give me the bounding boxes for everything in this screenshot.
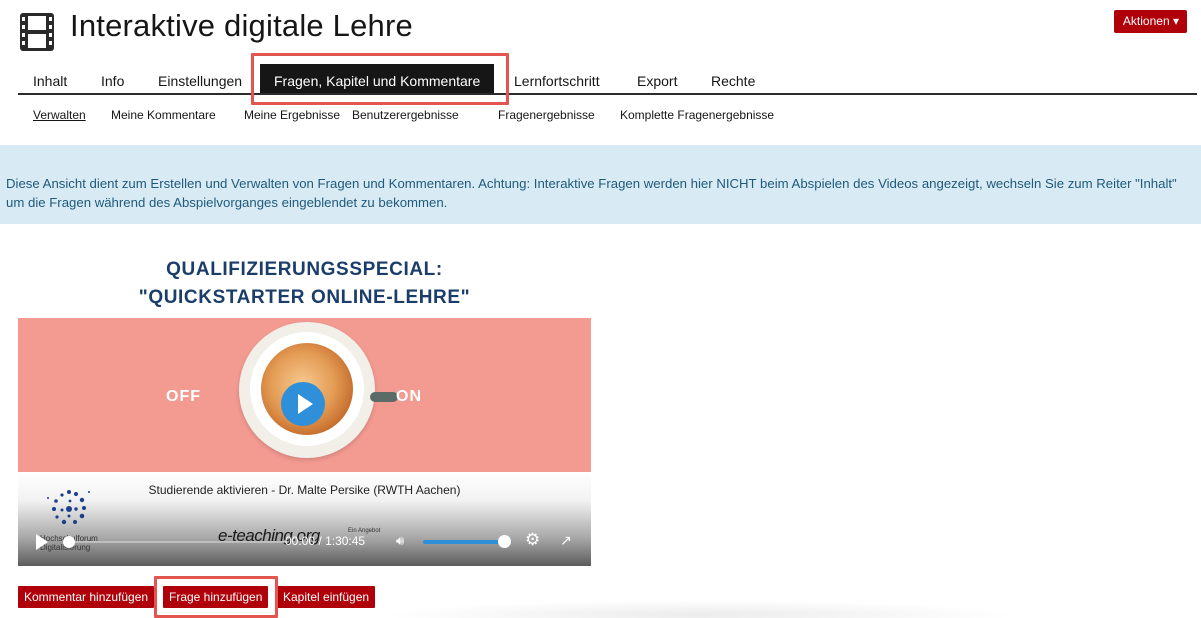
- info-message-text: Diese Ansicht dient zum Erstellen und Ve…: [6, 176, 1177, 210]
- fullscreen-icon[interactable]: ↗︎: [560, 532, 572, 549]
- duration: 1:30:45: [325, 534, 366, 548]
- tab-export[interactable]: Export: [637, 62, 677, 93]
- gear-icon[interactable]: ⚙: [525, 530, 540, 550]
- video-thumbnail[interactable]: OFF ON: [18, 318, 591, 472]
- time-separator: /: [318, 534, 322, 548]
- video-heading-line-1: QUALIFIZIERUNGSSPECIAL:: [166, 259, 443, 280]
- seek-thumb[interactable]: [63, 536, 75, 548]
- play-icon[interactable]: [281, 382, 325, 426]
- chevron-down-icon: ▾: [1172, 14, 1179, 28]
- tab-lernfortschritt[interactable]: Lernfortschritt: [514, 62, 600, 93]
- insert-chapter-button[interactable]: Kapitel einfügen: [277, 586, 376, 608]
- volume-icon[interactable]: 🔊︎: [396, 533, 404, 549]
- add-comment-button[interactable]: Kommentar hinzufügen: [18, 586, 155, 608]
- current-time: 00:00: [285, 534, 316, 548]
- video-controls: 00:00 / 1:30:45 🔊︎ ⚙ ↗︎: [18, 526, 591, 556]
- button-highlight-annotation: [154, 576, 278, 618]
- tab-inhalt[interactable]: Inhalt: [33, 62, 67, 93]
- time-display: 00:00 / 1:30:45: [285, 534, 365, 548]
- on-label: ON: [396, 388, 422, 405]
- actions-label: Aktionen: [1122, 14, 1170, 28]
- volume-thumb[interactable]: [498, 535, 511, 548]
- page-title: Interaktive digitale Lehre: [70, 8, 413, 43]
- video-heading: QUALIFIZIERUNGSSPECIAL: "QUICKSTARTER ON…: [18, 256, 591, 312]
- footer-shadow: [380, 600, 1020, 618]
- film-icon: [20, 13, 54, 51]
- video-speaker-caption: Studierende aktivieren - Dr. Malte Persi…: [148, 483, 461, 497]
- play-button[interactable]: [36, 534, 48, 550]
- tab-highlight-annotation: [251, 53, 509, 105]
- main-tabs: Inhalt Info Einstellungen Fragen, Kapite…: [18, 62, 1197, 95]
- volume-slider[interactable]: [423, 540, 505, 544]
- subtab-fragenergebnisse[interactable]: Fragenergebnisse: [498, 108, 595, 122]
- coffee-cup-handle: [370, 392, 398, 402]
- subtab-verwalten[interactable]: Verwalten: [33, 108, 86, 122]
- subtab-benutzerergebnisse[interactable]: Benutzerergebnisse: [352, 108, 459, 122]
- tab-einstellungen[interactable]: Einstellungen: [158, 62, 242, 93]
- tab-rechte[interactable]: Rechte: [711, 62, 755, 93]
- subtab-meine-kommentare[interactable]: Meine Kommentare: [111, 108, 216, 122]
- subtab-meine-ergebnisse[interactable]: Meine Ergebnisse: [244, 108, 340, 122]
- subtab-komplette-fragenergebnisse[interactable]: Komplette Fragenergebnisse: [620, 108, 774, 122]
- seek-bar[interactable]: [66, 541, 286, 543]
- actions-dropdown-button[interactable]: Aktionen ▾: [1113, 10, 1187, 33]
- off-label: OFF: [166, 388, 201, 405]
- video-heading-line-2: "QUICKSTARTER ONLINE-LEHRE": [138, 287, 471, 308]
- tab-info[interactable]: Info: [101, 62, 124, 93]
